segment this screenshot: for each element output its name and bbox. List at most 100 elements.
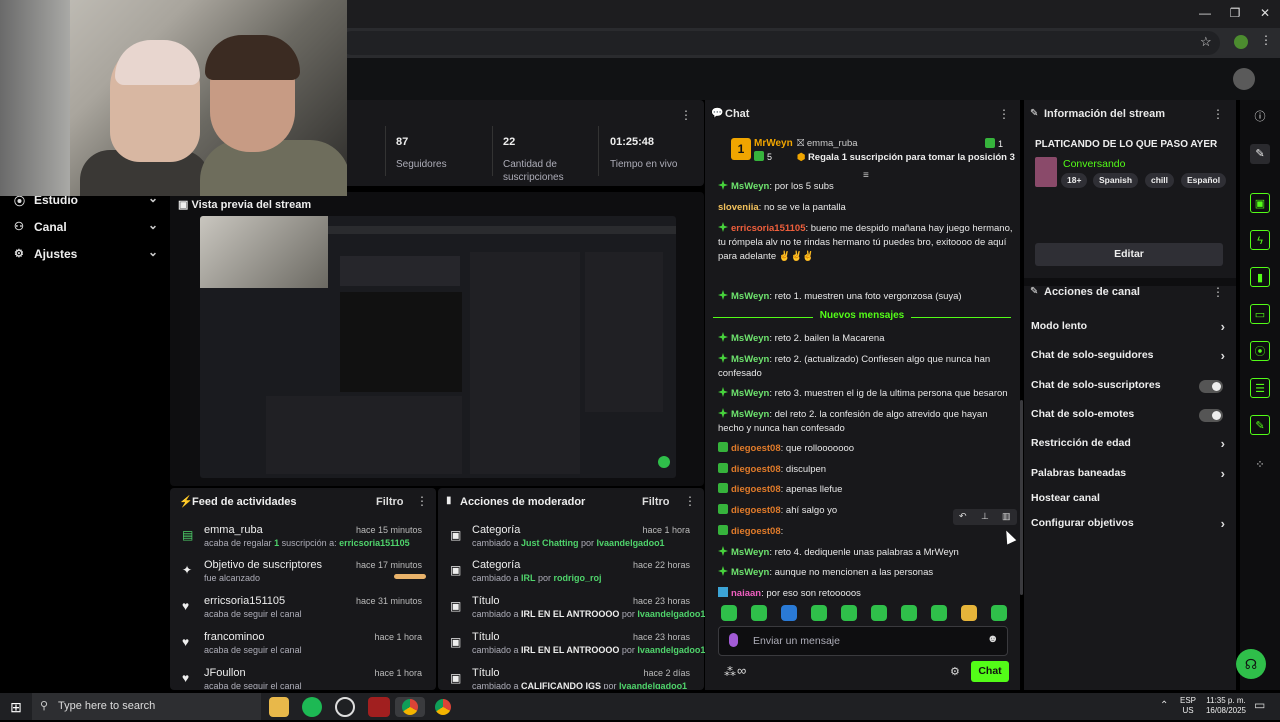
chat-username[interactable]: MsWeyn [731, 567, 769, 578]
chat-username[interactable]: diegoest08 [731, 526, 781, 537]
chat-username[interactable]: MsWeyn [731, 388, 769, 399]
chat-username[interactable]: erricsoria151105 [731, 223, 805, 234]
chevron-up-icon[interactable]: ⌃ [1160, 700, 1168, 711]
gear-icon[interactable]: ⚙ [950, 665, 960, 678]
pinned-username[interactable]: MrWeyn [754, 138, 793, 149]
document-icon[interactable]: ▮ [1250, 267, 1270, 287]
windows-start-icon[interactable]: ⊞ [6, 697, 26, 717]
chat-username[interactable]: MsWeyn [731, 409, 769, 420]
channel-action-1[interactable]: Chat de solo-seguidores › [1031, 348, 1231, 367]
send-chat-button[interactable]: Chat [971, 661, 1009, 682]
support-headset-icon[interactable]: ☊ [1236, 649, 1266, 679]
app-icon[interactable] [368, 697, 390, 717]
chat-message[interactable]: MsWeyn: reto 1. muestren una foto vergon… [718, 290, 1013, 304]
chat-message[interactable]: MsWeyn: reto 4. dediquenle unas palabras… [718, 546, 1013, 560]
trash-icon[interactable]: ▥ [1002, 511, 1011, 522]
user-avatar[interactable] [1233, 68, 1255, 90]
chat-username[interactable]: sloveniia [718, 202, 759, 213]
bolt-icon[interactable]: ϟ [1250, 230, 1270, 250]
address-bar[interactable] [340, 31, 1220, 55]
broadcast-icon[interactable]: ⦿ [1250, 341, 1270, 361]
emote-icon[interactable] [781, 605, 797, 621]
chat-username[interactable]: diegoest08 [731, 505, 781, 516]
chat-message[interactable]: MsWeyn: reto 2. (actualizado) Confiesen … [718, 353, 1013, 381]
chrome-icon-active[interactable] [395, 697, 425, 717]
chat-username[interactable]: diegoest08 [731, 464, 781, 475]
restore-icon[interactable]: ❐ [1225, 6, 1245, 22]
feed-sub-user[interactable]: erricsoria151105 [339, 538, 410, 548]
chat-username[interactable]: diegoest08 [731, 443, 781, 454]
chat-message[interactable]: naiaan: por eso son retooooos [718, 587, 1013, 600]
chat-username[interactable]: MsWeyn [731, 181, 769, 192]
mod-detail-user[interactable]: Ivaandelgadoo1 [637, 609, 705, 619]
apps-icon[interactable]: ⁘ [1250, 455, 1270, 475]
emote-icon[interactable] [961, 605, 977, 621]
camera-icon[interactable]: ▣ [1250, 193, 1270, 213]
chat-username[interactable]: naiaan [731, 588, 761, 599]
emote-icon[interactable] [841, 605, 857, 621]
sidebar-item-settings[interactable]: ⚙ Ajustes ⌄ [14, 245, 164, 265]
obs-icon[interactable] [335, 697, 355, 717]
spotify-icon[interactable] [302, 697, 322, 717]
channel-action-4[interactable]: Restricción de edad › [1031, 436, 1231, 455]
chat-username[interactable]: diegoest08 [731, 484, 781, 495]
edit-button[interactable]: Editar [1035, 243, 1223, 266]
emote-icon[interactable] [751, 605, 767, 621]
tag-chip[interactable]: 18+ [1061, 173, 1088, 188]
chat-input-box[interactable]: Enviar un mensaje ☻ [718, 626, 1008, 656]
tag-chip[interactable]: chill [1145, 173, 1175, 188]
emote-icon[interactable] [901, 605, 917, 621]
more-icon[interactable]: ⋮ [1212, 285, 1224, 299]
mod-detail-user[interactable]: Ivaandelgadoo1 [597, 538, 665, 548]
more-icon[interactable]: ⋮ [1212, 107, 1224, 121]
language-indicator[interactable]: ESP US [1180, 696, 1196, 716]
more-icon[interactable]: ⋮ [998, 107, 1010, 121]
emote-icon[interactable] [721, 605, 737, 621]
pin-icon[interactable]: ⊥ [981, 511, 989, 522]
toggle-switch[interactable] [1199, 409, 1223, 422]
moderator-filter-button[interactable]: Filtro [642, 496, 670, 508]
pencil-icon[interactable]: ✎ [1250, 144, 1270, 164]
channel-action-5[interactable]: Palabras baneadas › [1031, 466, 1231, 485]
toggle-switch[interactable] [1199, 380, 1223, 393]
activity-filter-button[interactable]: Filtro [376, 496, 404, 508]
pinned-gifter-name[interactable]: emma_ruba [807, 138, 858, 149]
emote-icon[interactable] [811, 605, 827, 621]
close-icon[interactable]: ✕ [1255, 6, 1275, 22]
wrench-icon[interactable]: ✎ [1250, 415, 1270, 435]
channel-action-0[interactable]: Modo lento › [1031, 319, 1231, 338]
chat-message[interactable]: diegoest08: que rollooooooo [718, 442, 1013, 456]
sidebar-item-channel[interactable]: ⚇ Canal ⌄ [14, 218, 164, 238]
chrome-icon[interactable] [433, 697, 453, 717]
browser-menu-icon[interactable]: ⋮ [1260, 33, 1272, 47]
bookmark-star-icon[interactable]: ☆ [1200, 34, 1212, 50]
minimize-icon[interactable]: — [1195, 6, 1215, 22]
stream-category[interactable]: Conversando [1063, 158, 1125, 170]
emoji-icon[interactable]: ☻ [987, 633, 999, 645]
chat-username[interactable]: MsWeyn [731, 354, 769, 365]
chat-message[interactable]: MsWeyn: del reto 2. la confesión de algo… [718, 408, 1013, 436]
info-icon[interactable]: ⓘ [1250, 107, 1270, 127]
more-icon[interactable]: ⋮ [684, 494, 696, 508]
chat-message[interactable]: MsWeyn: aunque no mencionen a las person… [718, 566, 1013, 580]
chat-message[interactable]: MsWeyn: reto 2. bailen la Macarena [718, 332, 1013, 346]
emote-icon[interactable] [931, 605, 947, 621]
layout-icon[interactable]: ☰ [1250, 378, 1270, 398]
mod-detail-user[interactable]: rodrigo_roj [554, 573, 602, 583]
chat-message[interactable]: diegoest08: apenas llefue [718, 483, 1013, 497]
reply-icon[interactable]: ↶ [959, 511, 967, 522]
profile-avatar[interactable] [1234, 35, 1248, 49]
notification-icon[interactable]: ▭ [1254, 698, 1265, 712]
chat-icon[interactable]: ▭ [1250, 304, 1270, 324]
microphone-icon[interactable] [729, 633, 738, 647]
mod-detail-user[interactable]: Ivaandelgadoo1 [637, 645, 705, 655]
chat-username[interactable]: MsWeyn [731, 291, 769, 302]
channel-action-7[interactable]: Configurar objetivos › [1031, 516, 1231, 535]
more-icon[interactable]: ⋮ [416, 494, 428, 508]
chat-scrollbar[interactable] [1020, 400, 1023, 595]
chat-message[interactable]: diegoest08: [718, 525, 1013, 539]
chat-message[interactable]: MsWeyn: por los 5 subs [718, 180, 1013, 194]
chat-message[interactable]: sloveniia: no se ve la pantalla [718, 201, 1013, 215]
chat-username[interactable]: MsWeyn [731, 333, 769, 344]
channel-action-6[interactable]: Hostear canal [1031, 492, 1231, 510]
